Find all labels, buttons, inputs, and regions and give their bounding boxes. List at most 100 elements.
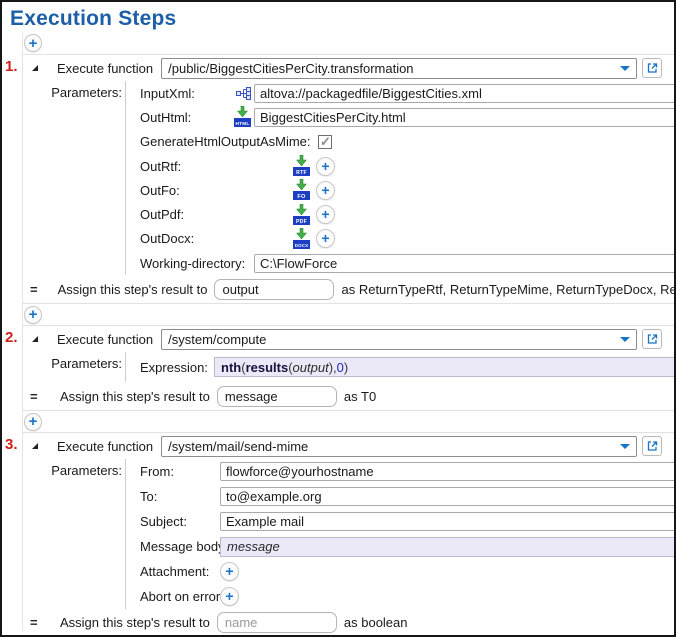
param-label: Abort on error: [126,589,220,604]
param-label: OutHtml: [126,110,226,125]
add-attachment-button[interactable]: + [220,562,239,581]
param-row-outdocx: OutDocx: DOCX + [126,227,674,251]
add-step-button[interactable]: + [24,34,42,52]
parameters-label: Parameters: [2,459,126,609]
result-type-text: as T0 [344,389,376,404]
page-title: Execution Steps [2,2,674,32]
param-label: Attachment: [126,564,220,579]
execution-steps-panel: Execution Steps + 1. Execute function /p… [0,0,676,637]
pdf-file-icon: PDF [293,204,310,226]
result-type-text: as boolean [344,615,408,630]
add-step-button[interactable]: + [24,306,42,324]
svg-text:FO: FO [297,194,306,200]
add-outpdf-button[interactable]: + [316,205,335,224]
step-3-assign-row: = Assign this step's result to as boolea… [2,609,674,636]
param-label: OutFo: [126,183,226,198]
step-1-header: 1. Execute function /public/BiggestCitie… [2,55,674,81]
add-step-row: + [2,32,674,54]
step-2-assign-row: = Assign this step's result to as T0 [2,382,674,410]
generate-mime-checkbox[interactable] [318,135,332,149]
equals-sign: = [30,389,40,404]
equals-sign: = [30,615,40,630]
step-number: 3. [5,436,18,453]
assign-result-input[interactable] [214,279,334,300]
collapse-triangle-icon[interactable] [30,441,40,451]
parameters-label: Parameters: [2,81,126,275]
param-label: InputXml: [126,86,226,101]
step-1-assign-row: = Assign this step's result to as Return… [2,275,674,303]
xml-tree-icon [226,87,254,100]
param-row-generatemime: GenerateHtmlOutputAsMime: [126,130,674,154]
svg-text:PDF: PDF [296,219,307,225]
collapse-triangle-icon[interactable] [30,334,40,344]
param-row-outpdf: OutPdf: PDF + [126,202,674,226]
add-outfo-button[interactable]: + [316,181,335,200]
param-label: Message body: [126,539,220,554]
param-label: GenerateHtmlOutputAsMime: [126,134,226,149]
step-3-parameters: Parameters: From: To: Subject: Message b… [2,459,674,609]
step-2-header: 2. Execute function /system/compute [2,326,674,352]
function-path-combobox[interactable]: /system/mail/send-mime [161,436,637,457]
execute-function-label: Execute function [57,439,153,454]
assign-label: Assign this step's result to [58,282,208,297]
rtf-file-icon: RTF [293,155,310,177]
outhtml-field[interactable] [254,108,674,127]
assign-label: Assign this step's result to [60,615,210,630]
expression-field[interactable]: nth(results(output), 0) [214,357,674,377]
open-function-button[interactable] [642,436,662,456]
execute-function-label: Execute function [57,332,153,347]
assign-result-input[interactable] [217,612,337,633]
add-outdocx-button[interactable]: + [316,229,335,248]
add-step-row: + [2,411,674,432]
svg-text:DOCX: DOCX [295,243,309,248]
function-path-value: /system/mail/send-mime [168,439,308,454]
mail-from-field[interactable] [220,462,674,481]
param-row-messagebody: Message body: message [126,534,674,559]
param-label: OutPdf: [126,207,226,222]
open-function-button[interactable] [642,58,662,78]
working-directory-field[interactable] [254,254,674,273]
function-path-value: /public/BiggestCitiesPerCity.transformat… [168,61,413,76]
param-label: To: [126,489,220,504]
param-row-inputxml: InputXml: [126,81,674,105]
function-path-combobox[interactable]: /system/compute [161,329,637,350]
message-body-field[interactable]: message [220,537,674,557]
step-number: 1. [5,58,18,75]
function-path-combobox[interactable]: /public/BiggestCitiesPerCity.transformat… [161,58,637,79]
expression-function: nth [221,360,241,375]
result-type-text: as ReturnTypeRtf, ReturnTypeMime, Return… [341,282,674,297]
external-link-icon [646,440,658,452]
svg-text:HTML: HTML [235,121,249,127]
docx-file-icon: DOCX [293,228,310,250]
collapse-triangle-icon[interactable] [30,63,40,73]
param-label: OutDocx: [126,231,226,246]
param-row-outfo: OutFo: FO + [126,178,674,202]
param-row-expression: Expression: nth(results(output), 0) [126,352,674,382]
open-function-button[interactable] [642,329,662,349]
expression-number: 0 [337,360,344,375]
param-row-attachment: Attachment: + [126,559,674,584]
step-3-header: 3. Execute function /system/mail/send-mi… [2,433,674,459]
chevron-down-icon [620,337,630,342]
assign-result-input[interactable] [217,386,337,407]
param-label: From: [126,464,220,479]
add-step-button[interactable]: + [24,413,42,431]
step-2-parameters: Parameters: Expression: nth(results(outp… [2,352,674,382]
add-outrtf-button[interactable]: + [316,157,335,176]
chevron-down-icon [620,66,630,71]
expression-paren: ) [344,360,348,375]
param-row-outrtf: OutRtf: RTF + [126,154,674,178]
fo-file-icon: FO [293,179,310,201]
external-link-icon [646,62,658,74]
inputxml-field[interactable] [254,84,674,103]
param-label: Expression: [126,360,200,375]
mail-to-field[interactable] [220,487,674,506]
assign-label: Assign this step's result to [60,389,210,404]
param-row-to: To: [126,484,674,509]
execute-function-label: Execute function [57,61,153,76]
param-row-from: From: [126,459,674,484]
param-label: Working-directory: [126,256,226,271]
mail-subject-field[interactable] [220,512,674,531]
add-abort-on-error-button[interactable]: + [220,587,239,606]
chevron-down-icon [620,444,630,449]
